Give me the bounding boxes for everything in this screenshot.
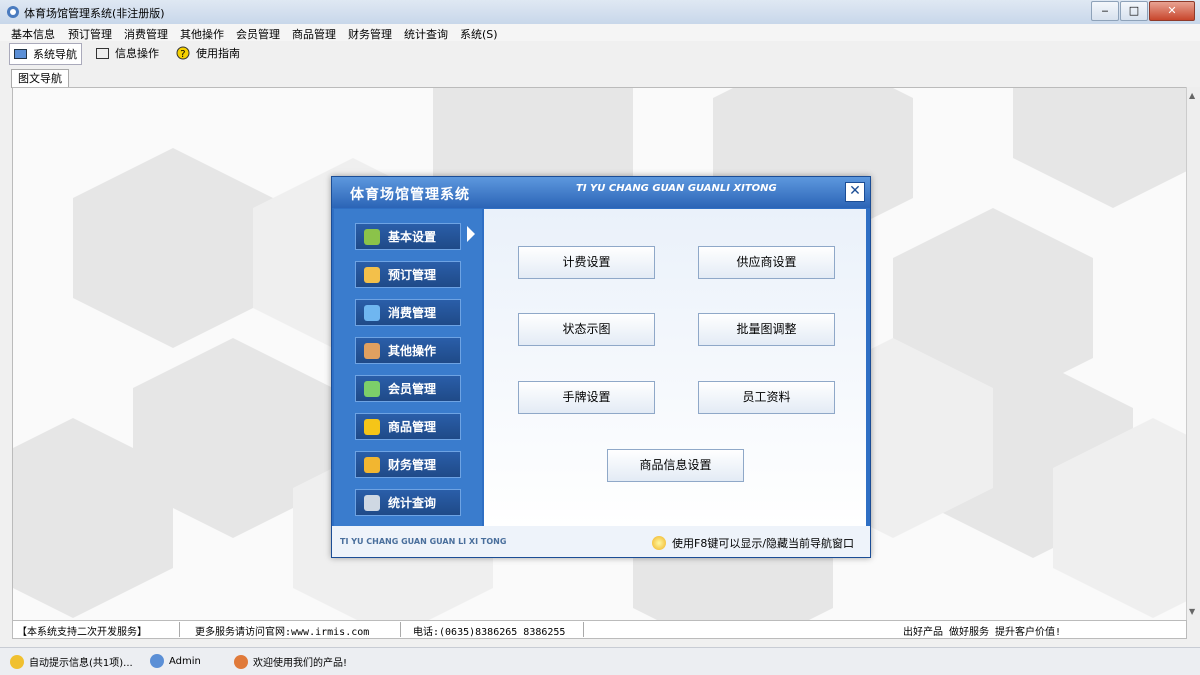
svg-text:?: ? (180, 49, 185, 60)
status-diagram-button[interactable]: 状态示图 (518, 313, 655, 346)
phone-text: 电话:(0635)8386265 8386255 (413, 627, 566, 638)
app-icon (7, 6, 19, 18)
nav-label: 统计查询 (388, 496, 437, 510)
user-name: Admin (169, 655, 201, 667)
nav-finance[interactable]: 财务管理 (355, 451, 461, 478)
maximize-button[interactable]: □ (1120, 1, 1148, 21)
billing-settings-button[interactable]: 计费设置 (518, 246, 655, 279)
nav-statistics[interactable]: 统计查询 (355, 489, 461, 516)
toolbar-nav-label: 系统导航 (33, 48, 77, 61)
minimize-button[interactable]: ‒ (1091, 1, 1119, 21)
dialog-header: 体育场馆管理系统 TI YU CHANG GUAN GUANLI XITONG … (332, 177, 870, 208)
window-icon (96, 47, 109, 59)
vertical-scrollbar[interactable]: ▲ ▼ (1186, 87, 1200, 620)
dialog-nav-panel: 基本设置 预订管理 消费管理 其他操作 会员管理 商品管理 财务管理 统计查询 (334, 209, 482, 526)
nav-consumption[interactable]: 消费管理 (355, 299, 461, 326)
window-controls: ‒ □ ✕ (1090, 1, 1195, 21)
magnifier-icon (364, 494, 380, 511)
toolbar-nav-button[interactable]: 系统导航 (9, 43, 82, 65)
batch-adjust-button[interactable]: 批量图调整 (698, 313, 835, 346)
toolbar: 系统导航 信息操作 ? 使用指南 (0, 41, 1200, 65)
notice-text: 自动提示信息(共1项)... (29, 658, 133, 669)
nav-basic-settings[interactable]: 基本设置 (355, 223, 461, 250)
nav-goods[interactable]: 商品管理 (355, 413, 461, 440)
website-text: 更多服务请访问官网:www.irmis.com (195, 627, 370, 638)
footer-tip-text: 使用F8键可以显示/隐藏当前导航窗口 (672, 537, 855, 550)
menu-bar: 基本信息 预订管理 消费管理 其他操作 会员管理 商品管理 财务管理 统计查询 … (0, 24, 1200, 41)
monitor-icon (14, 48, 27, 59)
menu-other[interactable]: 其他操作 (180, 26, 224, 42)
user-icon (150, 654, 164, 668)
menu-basic-info[interactable]: 基本信息 (11, 26, 55, 42)
people-icon (234, 654, 248, 669)
nav-label: 商品管理 (388, 420, 437, 434)
wristband-settings-button[interactable]: 手牌设置 (518, 381, 655, 414)
window-title: 体育场馆管理系统(非注册版) (24, 7, 165, 20)
person-icon (364, 342, 380, 359)
current-user: Admin (150, 654, 201, 668)
notice-icon (10, 654, 24, 669)
divider (179, 622, 180, 637)
menu-member[interactable]: 会员管理 (236, 26, 280, 42)
scroll-up-icon[interactable]: ▲ (1189, 91, 1195, 100)
welcome-message: 欢迎使用我们的产品! (234, 654, 347, 669)
menu-goods[interactable]: 商品管理 (292, 26, 336, 42)
users-icon (364, 380, 380, 397)
nav-label: 会员管理 (388, 382, 437, 396)
slogan-text: 出好产品 做好服务 提升客户价值! (903, 627, 1062, 638)
nav-label: 预订管理 (388, 268, 437, 282)
status-bar: 【本系统支持二次开发服务】 更多服务请访问官网:www.irmis.com 电话… (12, 620, 1187, 639)
nav-label: 其他操作 (388, 344, 437, 358)
nav-label: 消费管理 (388, 306, 437, 320)
selected-arrow-icon (467, 226, 475, 242)
menu-statistics[interactable]: 统计查询 (404, 26, 448, 42)
scroll-down-icon[interactable]: ▼ (1189, 607, 1195, 616)
coins-icon (364, 456, 380, 473)
toolbar-guide-button[interactable]: ? 使用指南 (176, 43, 240, 63)
nav-label: 财务管理 (388, 458, 437, 472)
tab-graphic-nav[interactable]: 图文导航 (11, 69, 69, 88)
nav-label: 基本设置 (388, 230, 437, 244)
star-gold-icon (364, 418, 380, 435)
welcome-text: 欢迎使用我们的产品! (253, 658, 348, 669)
nav-dialog: 体育场馆管理系统 TI YU CHANG GUAN GUANLI XITONG … (331, 176, 871, 558)
dialog-body: 计费设置 供应商设置 状态示图 批量图调整 手牌设置 员工资料 商品信息设置 (484, 209, 866, 526)
menu-consumption[interactable]: 消费管理 (124, 26, 168, 42)
staff-info-button[interactable]: 员工资料 (698, 381, 835, 414)
document-icon (364, 266, 380, 283)
toolbar-info-button[interactable]: 信息操作 (96, 43, 159, 63)
menu-booking[interactable]: 预订管理 (68, 26, 112, 42)
menu-system[interactable]: 系统(S) (460, 26, 498, 42)
settings-icon (364, 228, 380, 245)
divider (400, 622, 401, 637)
tab-strip: 图文导航 (0, 65, 1200, 88)
star-icon (364, 304, 380, 321)
lightbulb-icon (652, 536, 666, 550)
main-content: 体育场馆管理系统 TI YU CHANG GUAN GUANLI XITONG … (12, 87, 1187, 622)
help-icon: ? (176, 46, 190, 60)
nav-other[interactable]: 其他操作 (355, 337, 461, 364)
toolbar-info-label: 信息操作 (115, 47, 159, 60)
dialog-footer: TI YU CHANG GUAN GUAN LI XI TONG 使用F8键可以… (332, 526, 870, 557)
dialog-close-button[interactable]: ✕ (845, 182, 865, 202)
footer-tip: 使用F8键可以显示/隐藏当前导航窗口 (652, 535, 854, 551)
dialog-subtitle: TI YU CHANG GUAN GUANLI XITONG (576, 183, 777, 194)
menu-finance[interactable]: 财务管理 (348, 26, 392, 42)
close-button[interactable]: ✕ (1149, 1, 1195, 21)
toolbar-guide-label: 使用指南 (196, 47, 240, 60)
service-text: 【本系统支持二次开发服务】 (17, 627, 147, 638)
nav-booking[interactable]: 预订管理 (355, 261, 461, 288)
dialog-title: 体育场馆管理系统 (350, 187, 470, 203)
goods-info-button[interactable]: 商品信息设置 (607, 449, 744, 482)
footer-pinyin: TI YU CHANG GUAN GUAN LI XI TONG (340, 537, 507, 546)
nav-member[interactable]: 会员管理 (355, 375, 461, 402)
supplier-settings-button[interactable]: 供应商设置 (698, 246, 835, 279)
bottom-bar: 自动提示信息(共1项)... Admin 欢迎使用我们的产品! (0, 647, 1200, 675)
auto-notice[interactable]: 自动提示信息(共1项)... (10, 654, 133, 669)
divider (583, 622, 584, 637)
title-bar: 体育场馆管理系统(非注册版) ‒ □ ✕ (0, 0, 1200, 25)
